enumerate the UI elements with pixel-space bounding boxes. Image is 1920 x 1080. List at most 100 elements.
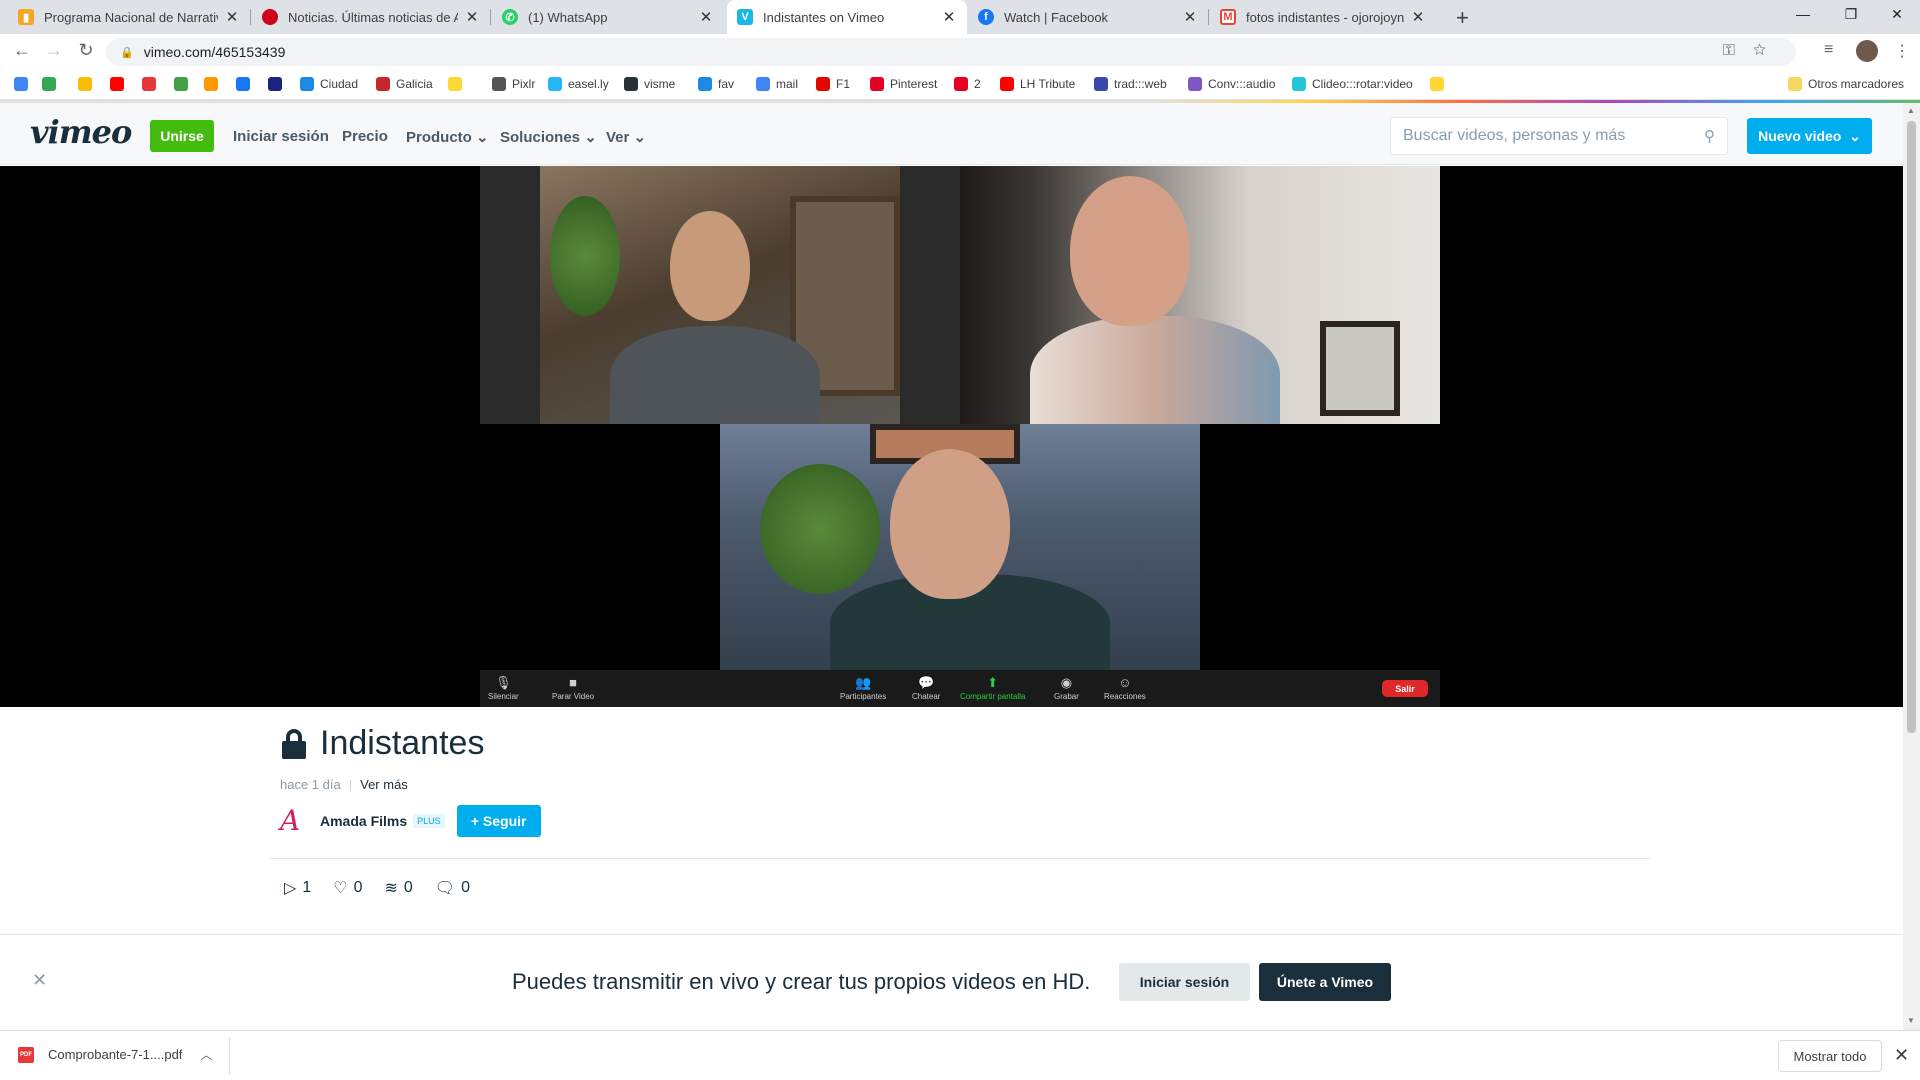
bookmark-item[interactable] [236, 77, 256, 91]
owner-avatar[interactable]: A [280, 804, 312, 837]
bookmark-item[interactable]: visme [624, 77, 675, 91]
other-bookmarks[interactable]: Otros marcadores [1788, 77, 1904, 91]
bookmark-item[interactable]: mail [756, 77, 798, 91]
download-item[interactable]: PDF Comprobante-7-1....pdf ︿ [18, 1046, 212, 1063]
chat-control[interactable]: 💬 Chatear [912, 675, 940, 701]
bookmark-item[interactable]: Galicia [376, 77, 433, 91]
tab-whatsapp[interactable]: ✆ (1) WhatsApp ✕ [492, 0, 724, 34]
show-all-button[interactable]: Mostrar todo [1778, 1040, 1882, 1072]
nav-solutions[interactable]: Soluciones ⌄ [500, 128, 597, 146]
tab-noticias[interactable]: Noticias. Últimas noticias de Argentina … [252, 0, 490, 34]
see-more-link[interactable]: Ver más [360, 777, 408, 792]
bookmark-icon [204, 77, 218, 91]
chevron-up-icon[interactable]: ︿ [200, 1046, 212, 1063]
join-button[interactable]: Unirse [150, 120, 214, 152]
record-control[interactable]: ◉ Grabar [1054, 675, 1079, 701]
bookmark-label: Pixlr [512, 77, 536, 91]
bookmark-item[interactable]: 2 [954, 77, 981, 91]
tab-vimeo[interactable]: V Indistantes on Vimeo ✕ [727, 0, 967, 34]
comments-stat[interactable]: 🗨 0 [435, 878, 470, 898]
bookmark-item[interactable]: easel.ly [548, 77, 609, 91]
new-tab-button[interactable]: + [1456, 5, 1469, 31]
bookmark-item[interactable] [42, 77, 62, 91]
layers-icon: ≋ [384, 880, 398, 897]
owner-row: A Amada Films PLUS + Seguir [280, 804, 541, 837]
bookmark-item[interactable]: fav [698, 77, 734, 91]
reload-button[interactable]: ↻ [74, 40, 98, 61]
stop-video-control[interactable]: ■ Parar Video [552, 675, 594, 701]
tab-gmail[interactable]: M fotos indistantes - ojorojoynegro ✕ [1210, 0, 1436, 34]
likes-stat[interactable]: ♡ 0 [333, 878, 362, 898]
banner-join-button[interactable]: Únete a Vimeo [1259, 963, 1391, 1001]
bookmark-label: Galicia [396, 77, 433, 91]
bookmark-icon [14, 77, 28, 91]
bookmark-item[interactable] [174, 77, 194, 91]
bookmark-item[interactable]: Clideo:::rotar:video [1292, 77, 1413, 91]
close-icon[interactable]: ✕ [1182, 8, 1198, 26]
bookmark-item[interactable] [268, 77, 288, 91]
window-close-button[interactable]: ✕ [1882, 6, 1912, 23]
bookmark-item[interactable] [110, 77, 130, 91]
video-player[interactable]: 🎙 Silenciar ■ Parar Video 👥 Participante… [0, 166, 1903, 707]
nav-pricing[interactable]: Precio [342, 128, 388, 145]
bookmark-item[interactable] [204, 77, 224, 91]
bookmark-item[interactable]: LH Tribute [1000, 77, 1075, 91]
search-icon[interactable]: ⚲ [1704, 127, 1715, 145]
new-video-button[interactable]: Nuevo video ⌄ [1747, 118, 1872, 154]
heart-icon: ♡ [333, 880, 348, 897]
page-scrollbar[interactable]: ▲ ▼ [1903, 103, 1920, 1030]
search-input[interactable]: Buscar videos, personas y más ⚲ [1390, 117, 1728, 155]
close-icon[interactable]: ✕ [224, 8, 240, 26]
bookmark-item[interactable] [1430, 77, 1450, 91]
key-star-icons[interactable]: ⚿☆ [1723, 42, 1784, 60]
close-icon[interactable]: ✕ [464, 8, 480, 26]
bookmark-item[interactable] [448, 77, 468, 91]
vimeo-logo[interactable]: vimeo [30, 113, 132, 151]
close-icon[interactable]: ✕ [698, 8, 714, 26]
address-bar[interactable]: 🔒 vimeo.com/465153439 ⚿☆ [106, 38, 1796, 66]
nav-watch[interactable]: Ver ⌄ [606, 128, 646, 146]
tab-programa-nacional[interactable]: ▮ Programa Nacional de Narrativas ✕ [8, 0, 250, 34]
minimize-button[interactable]: — [1788, 6, 1818, 22]
close-icon[interactable]: ✕ [1410, 8, 1426, 26]
share-screen-control[interactable]: ⬆ Compartir pantalla [960, 675, 1025, 701]
bookmark-item[interactable]: trad:::web [1094, 77, 1167, 91]
signup-banner: ✕ Puedes transmitir en vivo y crear tus … [0, 934, 1903, 1030]
bookmark-item[interactable]: F1 [816, 77, 850, 91]
leave-button[interactable]: Salir [1382, 680, 1428, 697]
likes-count: 0 [353, 879, 363, 896]
scroll-down-icon[interactable]: ▼ [1907, 1016, 1915, 1025]
bookmark-item[interactable]: Pixlr [492, 77, 535, 91]
bookmark-icon [174, 77, 188, 91]
scroll-thumb[interactable] [1907, 121, 1916, 733]
nav-product[interactable]: Producto ⌄ [406, 128, 489, 146]
bookmark-item[interactable]: Pinterest [870, 77, 937, 91]
facebook-icon: f [978, 9, 994, 25]
bookmark-item[interactable]: Conv:::audio [1188, 77, 1275, 91]
owner-name[interactable]: Amada Films [320, 813, 407, 829]
scroll-up-icon[interactable]: ▲ [1907, 106, 1915, 115]
lock-icon: 🔒 [120, 46, 134, 59]
tab-facebook[interactable]: f Watch | Facebook ✕ [968, 0, 1208, 34]
restore-button[interactable]: ❐ [1836, 6, 1866, 23]
nav-login[interactable]: Iniciar sesión [233, 128, 329, 145]
close-icon[interactable]: ✕ [32, 970, 47, 991]
banner-login-button[interactable]: Iniciar sesión [1119, 963, 1250, 1001]
profile-avatar[interactable] [1856, 40, 1878, 62]
bookmark-item[interactable] [142, 77, 162, 91]
bookmark-item[interactable] [78, 77, 98, 91]
close-icon[interactable]: ✕ [1894, 1045, 1909, 1066]
media-icon[interactable]: ≡ [1824, 41, 1833, 59]
menu-icon[interactable]: ⋮ [1894, 41, 1910, 61]
close-icon[interactable]: ✕ [941, 8, 957, 26]
back-button[interactable]: ← [10, 40, 34, 61]
reactions-control[interactable]: ☺ Reacciones [1104, 675, 1146, 701]
forward-button[interactable]: → [42, 40, 66, 61]
bookmark-item[interactable]: Ciudad [300, 77, 358, 91]
participants-control[interactable]: 👥 Participantes [840, 675, 886, 701]
collections-stat[interactable]: ≋ 0 [384, 878, 412, 898]
tab-title: Indistantes on Vimeo [763, 9, 885, 25]
follow-button[interactable]: + Seguir [456, 804, 541, 837]
mute-control[interactable]: 🎙 Silenciar [488, 675, 519, 701]
bookmark-item[interactable] [14, 77, 34, 91]
